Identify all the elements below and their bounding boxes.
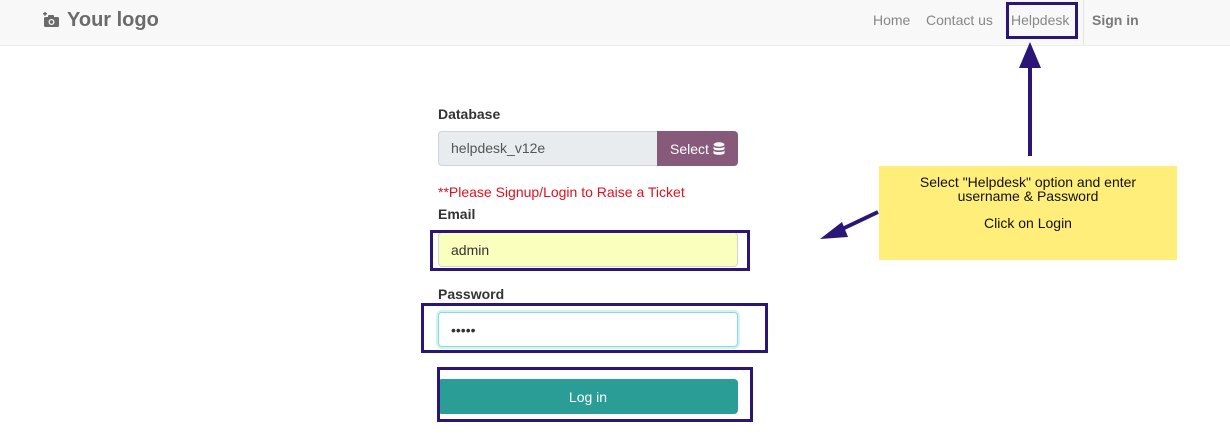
database-field[interactable]: helpdesk_v12e: [438, 131, 657, 166]
login-highlight-box: [437, 367, 753, 422]
note-instruction-text: Select "Helpdesk" option and enter usern…: [919, 174, 1137, 204]
arrow-left-to-email: [820, 210, 879, 239]
database-label: Database: [438, 106, 501, 122]
note-login-text: Click on Login: [984, 215, 1072, 231]
database-group: helpdesk_v12e Select: [438, 131, 738, 166]
instruction-note: Select "Helpdesk" option and enter usern…: [879, 166, 1177, 260]
select-button-label: Select: [670, 140, 709, 157]
select-database-button[interactable]: Select: [657, 131, 738, 166]
password-label: Password: [438, 286, 505, 302]
camera-icon: [43, 11, 59, 27]
nav-contact-link[interactable]: Contact us: [926, 12, 993, 28]
logo[interactable]: Your logo: [43, 8, 159, 32]
email-highlight-box: [430, 230, 750, 271]
nav-home-link[interactable]: Home: [873, 12, 910, 28]
arrow-up-to-helpdesk: [1019, 42, 1041, 156]
email-label: Email: [438, 206, 476, 222]
nav-divider: [1083, 0, 1084, 45]
database-icon: [713, 141, 725, 155]
logo-text: Your logo: [67, 8, 159, 31]
password-highlight-box: [421, 303, 768, 353]
nav-signin-link[interactable]: Sign in: [1092, 12, 1139, 28]
login-required-alert: **Please Signup/Login to Raise a Ticket: [438, 184, 685, 200]
helpdesk-highlight-box: [1006, 2, 1078, 39]
